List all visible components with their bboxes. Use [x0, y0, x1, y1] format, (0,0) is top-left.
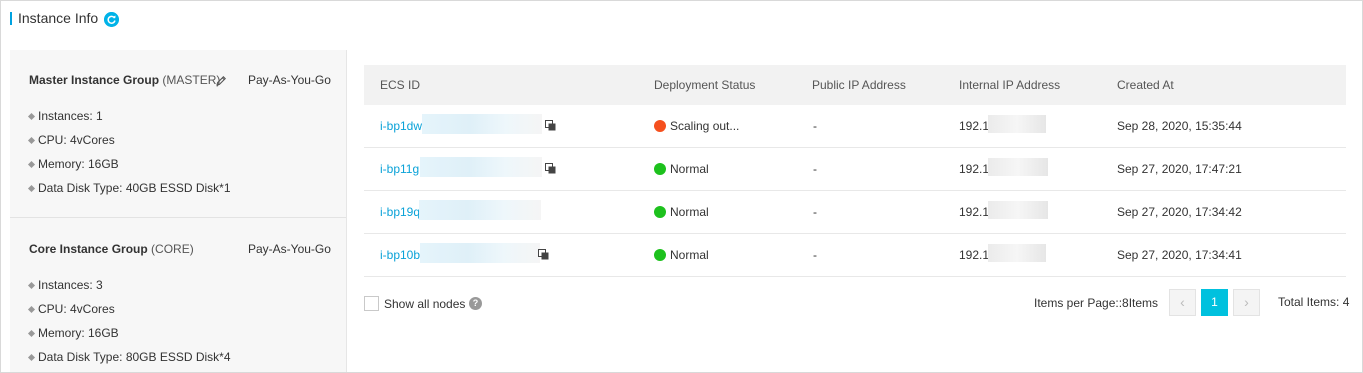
help-icon[interactable]: ?	[469, 297, 482, 310]
public-ip: -	[813, 205, 817, 219]
status-dot	[654, 249, 666, 261]
master-group-role: (MASTER)	[162, 73, 221, 87]
next-page-button[interactable]: ›	[1233, 289, 1260, 316]
core-group-title: Core Instance Group (CORE)	[29, 242, 194, 256]
ecs-id-link[interactable]: i-bp19q	[380, 205, 420, 219]
vertical-divider	[346, 50, 347, 372]
deployment-status: Normal	[670, 162, 709, 176]
show-all-nodes-checkbox[interactable]	[364, 296, 379, 311]
core-spec-instances: Instances: 3	[27, 278, 103, 292]
deployment-status: Scaling out...	[670, 119, 740, 133]
col-deployment-status: Deployment Status	[654, 78, 756, 92]
col-created-at: Created At	[1117, 78, 1174, 92]
public-ip: -	[813, 248, 817, 262]
col-ecs-id: ECS ID	[380, 78, 421, 92]
show-all-nodes-label[interactable]: Show all nodes	[384, 297, 465, 311]
master-group-title: Master Instance Group (MASTER)	[29, 73, 220, 87]
core-spec-cpu: CPU: 4vCores	[27, 302, 115, 316]
master-spec-disk: Data Disk Type: 40GB ESSD Disk*1	[27, 181, 231, 195]
redacted-ecs-id	[420, 243, 540, 263]
redacted-internal-ip	[988, 201, 1048, 219]
total-items: Total Items: 4	[1278, 295, 1350, 309]
master-spec-memory: Memory: 16GB	[27, 157, 119, 171]
status-dot	[654, 120, 666, 132]
master-billing-type: Pay-As-You-Go	[248, 73, 331, 87]
core-billing-type: Pay-As-You-Go	[248, 242, 331, 256]
table-row: i-bp1dw Scaling out... - 192.1 Sep 28, 2…	[364, 105, 1346, 148]
internal-ip: 192.1	[959, 162, 990, 176]
core-spec-disk: Data Disk Type: 80GB ESSD Disk*4	[27, 350, 231, 364]
master-group-name: Master Instance Group	[29, 73, 160, 87]
col-internal-ip: Internal IP Address	[959, 78, 1061, 92]
table-row: i-bp11g Normal - 192.1 Sep 27, 2020, 17:…	[364, 148, 1346, 191]
public-ip: -	[813, 162, 817, 176]
core-spec-memory: Memory: 16GB	[27, 326, 119, 340]
redacted-internal-ip	[988, 115, 1046, 133]
internal-ip: 192.1	[959, 248, 990, 262]
panel-header: Instance Info	[0, 0, 1361, 40]
table-header: ECS ID Deployment Status Public IP Addre…	[364, 65, 1346, 105]
status-dot	[654, 163, 666, 175]
deployment-status: Normal	[670, 205, 709, 219]
col-public-ip: Public IP Address	[812, 78, 906, 92]
redacted-ecs-id	[422, 114, 542, 134]
core-group-name: Core Instance Group	[29, 242, 148, 256]
created-at: Sep 27, 2020, 17:34:41	[1117, 248, 1242, 262]
ecs-id-link[interactable]: i-bp10b	[380, 248, 420, 262]
title-accent-bar	[10, 12, 12, 25]
edit-icon[interactable]	[215, 75, 227, 87]
table-row: i-bp10b Normal - 192.1 Sep 27, 2020, 17:…	[364, 234, 1346, 277]
internal-ip: 192.1	[959, 119, 990, 133]
refresh-icon[interactable]	[104, 12, 119, 27]
panel-title: Instance Info	[18, 10, 99, 26]
group-divider	[10, 217, 346, 218]
redacted-internal-ip	[988, 158, 1048, 176]
ecs-id-link[interactable]: i-bp11g	[380, 162, 419, 176]
redacted-internal-ip	[988, 244, 1046, 262]
copy-icon[interactable]	[545, 120, 556, 131]
table-row: i-bp19q Normal - 192.1 Sep 27, 2020, 17:…	[364, 191, 1346, 234]
prev-page-button[interactable]: ‹	[1169, 289, 1196, 316]
current-page-button[interactable]: 1	[1201, 289, 1228, 316]
instance-groups-panel	[10, 50, 346, 372]
redacted-ecs-id	[420, 157, 542, 177]
status-dot	[654, 206, 666, 218]
ecs-id-link[interactable]: i-bp1dw	[380, 119, 422, 133]
copy-icon[interactable]	[538, 249, 549, 260]
core-group-role: (CORE)	[151, 242, 194, 256]
copy-icon[interactable]	[545, 163, 556, 174]
created-at: Sep 27, 2020, 17:34:42	[1117, 205, 1242, 219]
created-at: Sep 27, 2020, 17:47:21	[1117, 162, 1242, 176]
created-at: Sep 28, 2020, 15:35:44	[1117, 119, 1242, 133]
items-per-page[interactable]: Items per Page::8Items	[1034, 296, 1158, 310]
master-spec-instances: Instances: 1	[27, 109, 103, 123]
master-spec-cpu: CPU: 4vCores	[27, 133, 115, 147]
deployment-status: Normal	[670, 248, 709, 262]
public-ip: -	[813, 119, 817, 133]
redacted-ecs-id	[419, 200, 541, 220]
internal-ip: 192.1	[959, 205, 990, 219]
